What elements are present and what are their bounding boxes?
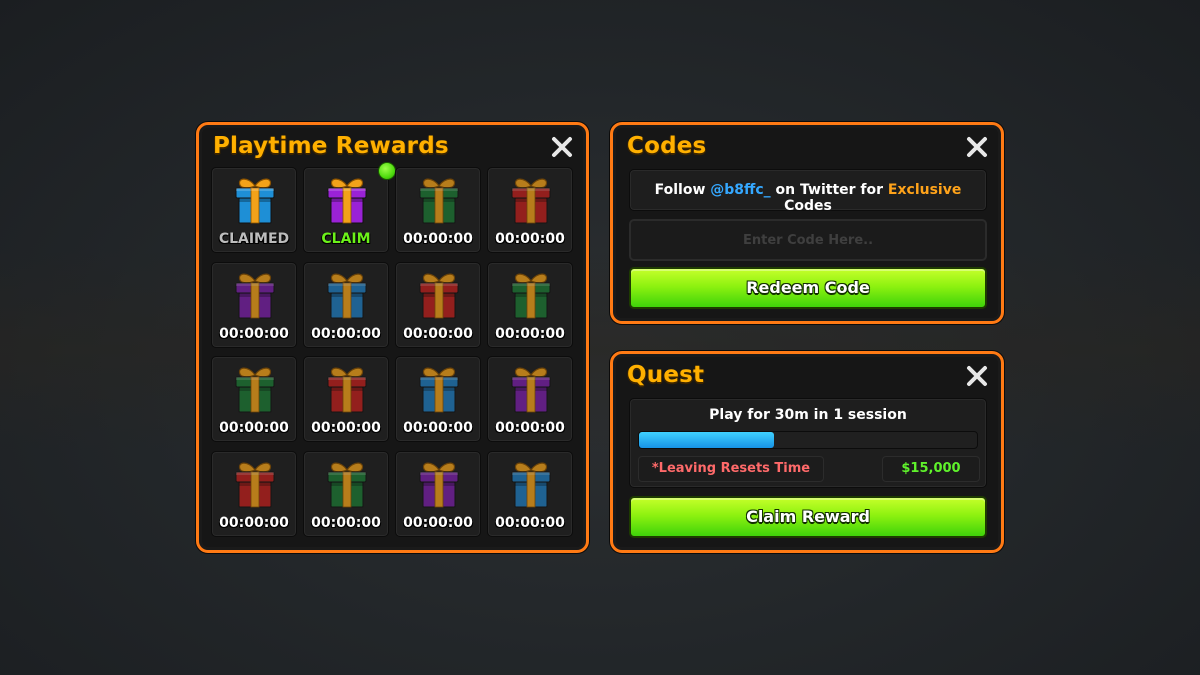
reward-slot[interactable]: CLAIM — [303, 162, 396, 253]
follow-text: Follow @b8ffc_ on Twitter for Exclusive … — [630, 182, 986, 214]
reward-slot[interactable]: 00:00:00 — [395, 450, 481, 537]
gift-box-icon — [327, 462, 367, 507]
reward-slot-label: 00:00:00 — [403, 514, 473, 531]
exclusive-highlight: Exclusive — [887, 182, 962, 198]
reward-slot[interactable]: 00:00:00 — [487, 450, 573, 537]
code-input[interactable] — [629, 219, 987, 261]
leaving-resets-warning: *Leaving Resets Time — [638, 456, 824, 482]
follow-middle: on Twitter for — [770, 182, 888, 198]
close-icon[interactable] — [965, 364, 989, 388]
gift-box-icon — [511, 367, 551, 413]
claim-reward-button[interactable]: Claim Reward — [629, 496, 987, 538]
notification-dot — [378, 162, 396, 180]
gift-box-icon — [419, 178, 459, 224]
gift-box-icon — [235, 178, 275, 224]
reward-slot-label: CLAIMED — [218, 231, 290, 247]
redeem-code-label: Redeem Code — [746, 278, 870, 297]
reward-slot-label: 00:00:00 — [495, 325, 565, 342]
reward-slot[interactable]: 00:00:00 — [303, 261, 389, 348]
twitter-handle-link[interactable]: @b8ffc_ — [710, 182, 770, 198]
close-icon[interactable] — [550, 135, 574, 159]
reward-slot-label: 00:00:00 — [311, 420, 381, 436]
reward-slot-label: 00:00:00 — [403, 231, 473, 247]
gift-box-icon — [327, 273, 367, 318]
quest-panel: Quest Play for 30m in 1 session *Leaving… — [610, 351, 1004, 553]
gift-box-icon — [419, 367, 459, 413]
reward-slot[interactable]: 00:00:00 — [487, 261, 573, 348]
reward-slot-label: 00:00:00 — [219, 420, 289, 436]
gift-box-icon — [511, 462, 551, 507]
reward-slot[interactable]: 00:00:00 — [303, 356, 389, 442]
close-icon[interactable] — [965, 135, 989, 159]
follow-suffix: Codes — [784, 198, 832, 214]
reward-slot[interactable]: 00:00:00 — [211, 356, 297, 442]
reward-slot-label: 00:00:00 — [495, 514, 565, 531]
follow-info-bar: Follow @b8ffc_ on Twitter for Exclusive … — [629, 169, 987, 214]
panel-title: Playtime Rewards — [213, 133, 449, 159]
reward-slot-label: CLAIM — [321, 231, 371, 247]
quest-description: Play for 30m in 1 session — [709, 407, 907, 423]
panel-title: Codes — [627, 133, 707, 159]
reward-amount: $15,000 — [882, 456, 980, 482]
playtime-rewards-panel: Playtime Rewards CLAIMED CLAIM 00:00:00 00:… — [196, 122, 589, 553]
reward-slot[interactable]: 00:00:00 — [303, 450, 389, 537]
quest-progress-fill — [639, 432, 775, 448]
reward-slot-label: 00:00:00 — [311, 514, 381, 531]
reward-slot-label: 00:00:00 — [403, 325, 473, 342]
reward-slot[interactable]: 00:00:00 — [487, 167, 573, 253]
codes-panel: Codes Follow @b8ffc_ on Twitter for Excl… — [610, 122, 1004, 324]
gift-box-icon — [419, 462, 459, 507]
reward-slot-label: 00:00:00 — [495, 231, 565, 247]
reward-slot-label: 00:00:00 — [219, 325, 289, 342]
gift-box-icon — [511, 178, 551, 224]
reward-slot[interactable]: CLAIMED — [211, 167, 297, 253]
quest-progress-bar — [638, 431, 978, 449]
claim-reward-label: Claim Reward — [746, 507, 870, 526]
panel-title: Quest — [627, 362, 705, 388]
gift-box-icon — [327, 367, 367, 413]
reward-slot[interactable]: 00:00:00 — [487, 356, 573, 442]
reward-slot[interactable]: 00:00:00 — [395, 356, 481, 442]
gift-box-icon — [327, 178, 367, 224]
reward-slot[interactable]: 00:00:00 — [211, 450, 297, 537]
quest-info-box: Play for 30m in 1 session *Leaving Reset… — [629, 398, 987, 488]
background-band — [0, 250, 1200, 450]
gift-box-icon — [235, 367, 275, 413]
reward-slot[interactable]: 00:00:00 — [211, 261, 297, 348]
reward-slot-label: 00:00:00 — [403, 420, 473, 436]
reward-slot-label: 00:00:00 — [311, 325, 381, 342]
reward-slot[interactable]: 00:00:00 — [395, 167, 481, 253]
reward-slot-label: 00:00:00 — [219, 514, 289, 531]
follow-prefix: Follow — [654, 182, 711, 198]
gift-box-icon — [235, 462, 275, 507]
gift-box-icon — [511, 273, 551, 318]
gift-box-icon — [235, 273, 275, 318]
gift-box-icon — [419, 273, 459, 318]
redeem-code-button[interactable]: Redeem Code — [629, 267, 987, 309]
reward-slot-label: 00:00:00 — [495, 420, 565, 436]
reward-slot[interactable]: 00:00:00 — [395, 261, 481, 348]
